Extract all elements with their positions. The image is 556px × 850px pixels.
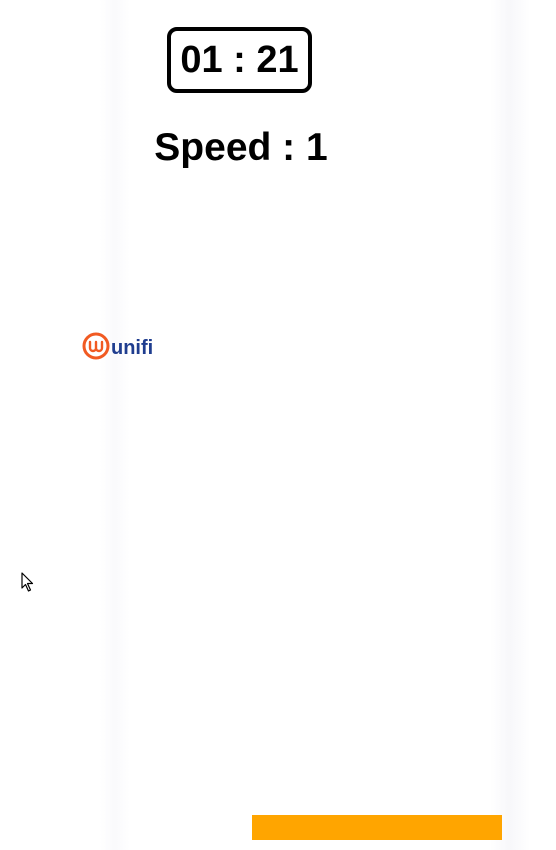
logo-text: unifi bbox=[111, 337, 153, 359]
timer-display: 01 : 21 bbox=[167, 27, 312, 93]
arrow-cursor-icon bbox=[21, 572, 34, 592]
timer-text: 01 : 21 bbox=[180, 38, 299, 81]
speed-label: Speed : 1 bbox=[154, 126, 328, 169]
lane-shade-right bbox=[490, 0, 530, 850]
player-paddle[interactable] bbox=[252, 815, 502, 840]
game-area[interactable]: 01 : 21 Speed : 1 unifi bbox=[0, 0, 556, 850]
unifi-logo: unifi bbox=[82, 332, 153, 360]
